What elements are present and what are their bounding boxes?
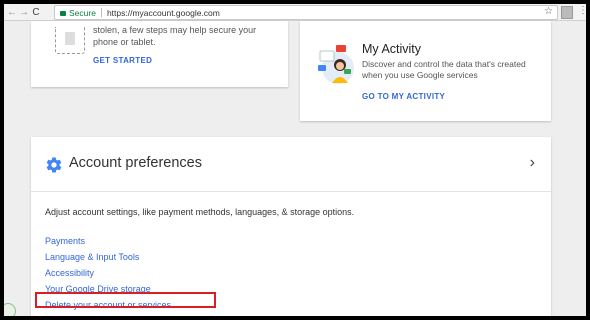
my-activity-card: My Activity Discover and control the dat… (300, 21, 551, 121)
browser-window: ← → C Secure https://myaccount.google.co… (4, 4, 586, 316)
divider (31, 191, 551, 192)
chevron-right-icon[interactable]: › (530, 154, 535, 172)
menu-icon[interactable]: ⋮ (578, 5, 586, 16)
reload-icon[interactable]: C (30, 7, 42, 18)
accessibility-link[interactable]: Accessibility (45, 265, 171, 281)
my-activity-description: Discover and control the data that's cre… (362, 59, 526, 80)
bookmark-star-icon[interactable]: ☆ (544, 6, 553, 17)
highlight-box (35, 292, 216, 308)
account-preferences-card: Account preferences › Adjust account set… (31, 137, 551, 316)
extension-icon[interactable] (561, 6, 573, 19)
lock-icon (60, 11, 66, 16)
back-arrow-icon[interactable]: ← (6, 7, 18, 18)
security-card: stolen, a few steps may help secure your… (31, 21, 288, 87)
go-to-my-activity-link[interactable]: GO TO MY ACTIVITY (362, 92, 445, 101)
forward-arrow-icon[interactable]: → (18, 7, 30, 18)
account-preferences-title: Account preferences (69, 155, 202, 171)
language-input-tools-link[interactable]: Language & Input Tools (45, 249, 171, 265)
corner-widget-icon (4, 303, 16, 316)
security-text: stolen, a few steps may help secure your… (93, 25, 257, 47)
activity-illustration-icon (318, 45, 354, 84)
address-separator (100, 8, 102, 17)
payments-link[interactable]: Payments (45, 233, 171, 249)
secure-label: Secure (69, 7, 96, 18)
url-text[interactable]: https://myaccount.google.com (107, 8, 220, 18)
browser-toolbar: ← → C Secure https://myaccount.google.co… (4, 4, 586, 21)
address-bar[interactable]: Secure https://myaccount.google.com ☆ (54, 5, 558, 20)
gear-icon (46, 157, 62, 173)
my-activity-title: My Activity (362, 42, 422, 56)
phone-icon (55, 27, 85, 54)
get-started-link[interactable]: GET STARTED (93, 56, 152, 65)
account-preferences-description: Adjust account settings, like payment me… (45, 207, 355, 217)
